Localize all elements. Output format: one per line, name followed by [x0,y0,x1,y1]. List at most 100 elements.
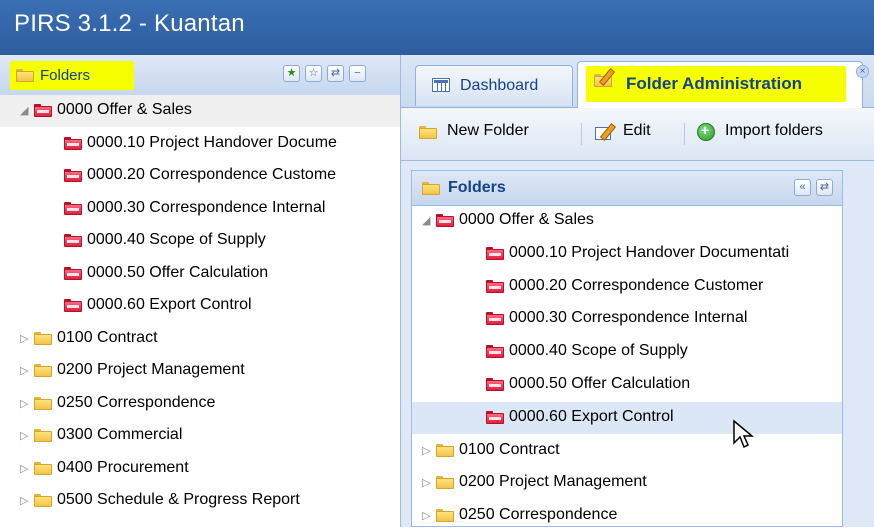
folder-icon [486,378,504,391]
panel-splitter[interactable] [844,170,854,527]
tree-node-label: 0000 Offer & Sales [459,211,594,228]
tree-node-label: 0000.50 Offer Calculation [509,375,691,392]
tab-label: Folder Administration [626,74,802,93]
expanded-arrow-icon[interactable]: ◢ [20,104,28,117]
edit-icon [595,123,617,141]
folder-icon [64,266,82,280]
app-title: PIRS 3.1.2 - Kuantan [14,10,245,37]
tree-node[interactable]: ◢ 0000 Offer & Sales [412,205,842,237]
folder-icon [64,234,82,247]
collapsed-arrow-icon[interactable]: ▷ [20,494,28,507]
folder-icon [436,509,454,523]
close-tab-icon[interactable]: × [856,65,869,78]
tree-node[interactable]: ▷ 0500 Schedule & Progress Report [0,485,400,517]
folder-icon [34,331,52,345]
tree-child-node[interactable]: 0000.20 Correspondence Customer [412,271,842,303]
tree-node-label: 0000.10 Project Handover Documentati [509,243,790,261]
collapsed-arrow-icon[interactable]: ▷ [20,462,28,475]
tree-child-node[interactable]: 0000.40 Scope of Supply [412,336,842,368]
tree-node[interactable]: ▷ 0400 Procurement [0,453,400,485]
tree-child-node[interactable]: 0000.20 Correspondence Custome [0,160,400,192]
tree-node-label: 0000.60 Export Control [87,296,252,313]
edit-button[interactable]: Edit [595,122,651,141]
collapsed-arrow-icon[interactable]: ▷ [20,332,28,345]
expanded-arrow-icon[interactable]: ◢ [422,214,430,227]
collapsed-arrow-icon[interactable]: ▷ [20,364,28,377]
mouse-cursor-icon [733,419,755,449]
folders-panel-title: Folders [448,179,506,196]
tree-node-label: 0200 Project Management [459,473,647,491]
new-folder-icon [419,126,437,139]
tree-node-label: 0000.30 Correspondence Internal [87,198,326,216]
import-folders-label: Import folders [725,122,823,139]
tree-child-node[interactable]: 0000.10 Project Handover Documentati [412,238,842,270]
refresh-icon[interactable]: ⇄ [816,179,833,196]
tree-node-label: 0000.20 Correspondence Custome [87,166,337,183]
tree-child-node[interactable]: 0000.60 Export Control [412,401,842,434]
folder-icon [64,201,82,215]
tree-node[interactable]: ▷ 0100 Contract [0,323,400,355]
collapsed-arrow-icon[interactable]: ▷ [20,397,28,410]
tree-node[interactable]: ▷ 0250 Correspondence [0,388,400,420]
tree-node[interactable]: ▷ 0100 Contract [412,435,842,467]
collapsed-arrow-icon[interactable]: ▷ [422,509,430,522]
favorite-add-icon[interactable]: ★ [283,65,300,82]
app-titlebar: PIRS 3.1.2 - Kuantan [0,0,874,55]
toolbar-divider [581,123,582,145]
tree-node[interactable]: ◢ 0000 Offer & Sales [0,95,400,127]
tree-node[interactable]: ▷ 0200 Project Management [412,467,842,499]
tree-node-label: 0200 Project Management [57,361,245,378]
folder-icon [34,429,52,442]
collapsed-arrow-icon[interactable]: ▷ [20,429,28,442]
tab-folder-administration[interactable]: Folder Administration × [577,61,869,108]
folder-icon [64,299,82,312]
favorite-icon[interactable]: ☆ [305,65,322,82]
tree-node[interactable]: ▷ 0250 Correspondence [412,500,842,532]
tree-node[interactable]: ▷ 0200 Project Management [0,355,400,387]
tree-child-node[interactable]: 0000.40 Scope of Supply [0,225,400,257]
tree-node-label: 0250 Correspondence [459,506,618,524]
folder-icon [64,136,82,150]
collapsed-arrow-icon[interactable]: ▷ [422,476,430,489]
tree-child-node[interactable]: 0000.60 Export Control [0,290,400,322]
tree-node-label: 0000.40 Scope of Supply [509,342,688,360]
folder-icon [34,364,52,377]
tree-node-label: 0100 Contract [57,328,158,346]
tree-child-node[interactable]: 0000.50 Offer Calculation [412,369,842,401]
folder-icon [486,312,504,326]
new-folder-button[interactable]: New Folder [419,122,529,140]
main-area: Dashboard Folder Administration × New Fo… [401,55,874,527]
tree-node[interactable]: ▷ 0300 Commercial [0,420,400,452]
toolbar-divider [684,123,685,145]
edit-label: Edit [623,122,651,139]
tree-node-label: 0100 Contract [459,440,560,458]
folder-icon [34,104,52,117]
folder-icon [34,494,52,507]
folder-icon [486,410,504,424]
collapse-left-icon[interactable]: « [794,179,811,196]
import-folders-button[interactable]: Import folders [697,122,823,141]
new-folder-label: New Folder [447,122,529,139]
tree-node-label: 0000.20 Correspondence Customer [509,276,764,294]
folder-toolbar: New Folder Edit Import folders [401,108,874,161]
left-folders-panel: Folders ★ ☆ ⇄ − ◢ 0000 Offer & Sales 0000.… [0,55,401,527]
tree-child-node[interactable]: 0000.50 Offer Calculation [0,258,400,290]
tree-child-node[interactable]: 0000.30 Correspondence Internal [412,303,842,335]
tree-node-label: 0000.10 Project Handover Docume [87,133,337,151]
folder-icon [34,461,52,475]
collapse-icon[interactable]: − [349,65,366,82]
folder-icon [422,182,440,195]
left-panel-title: Folders [40,67,91,84]
collapsed-arrow-icon[interactable]: ▷ [422,444,430,457]
tab-dashboard[interactable]: Dashboard [415,65,573,106]
add-circle-icon [697,122,715,141]
folders-panel-header: Folders « ⇄ [412,171,842,206]
tab-strip: Dashboard Folder Administration × [401,55,874,108]
tree-child-node[interactable]: 0000.10 Project Handover Docume [0,128,400,160]
folder-icon [436,214,454,227]
folder-icon [64,169,82,182]
folders-tree-panel: Folders « ⇄ ◢ 0000 Offer & Sales 0000.10 P… [411,170,843,527]
refresh-icon[interactable]: ⇄ [327,65,344,82]
left-panel-header: Folders ★ ☆ ⇄ − [0,55,400,96]
tree-child-node[interactable]: 0000.30 Correspondence Internal [0,193,400,225]
